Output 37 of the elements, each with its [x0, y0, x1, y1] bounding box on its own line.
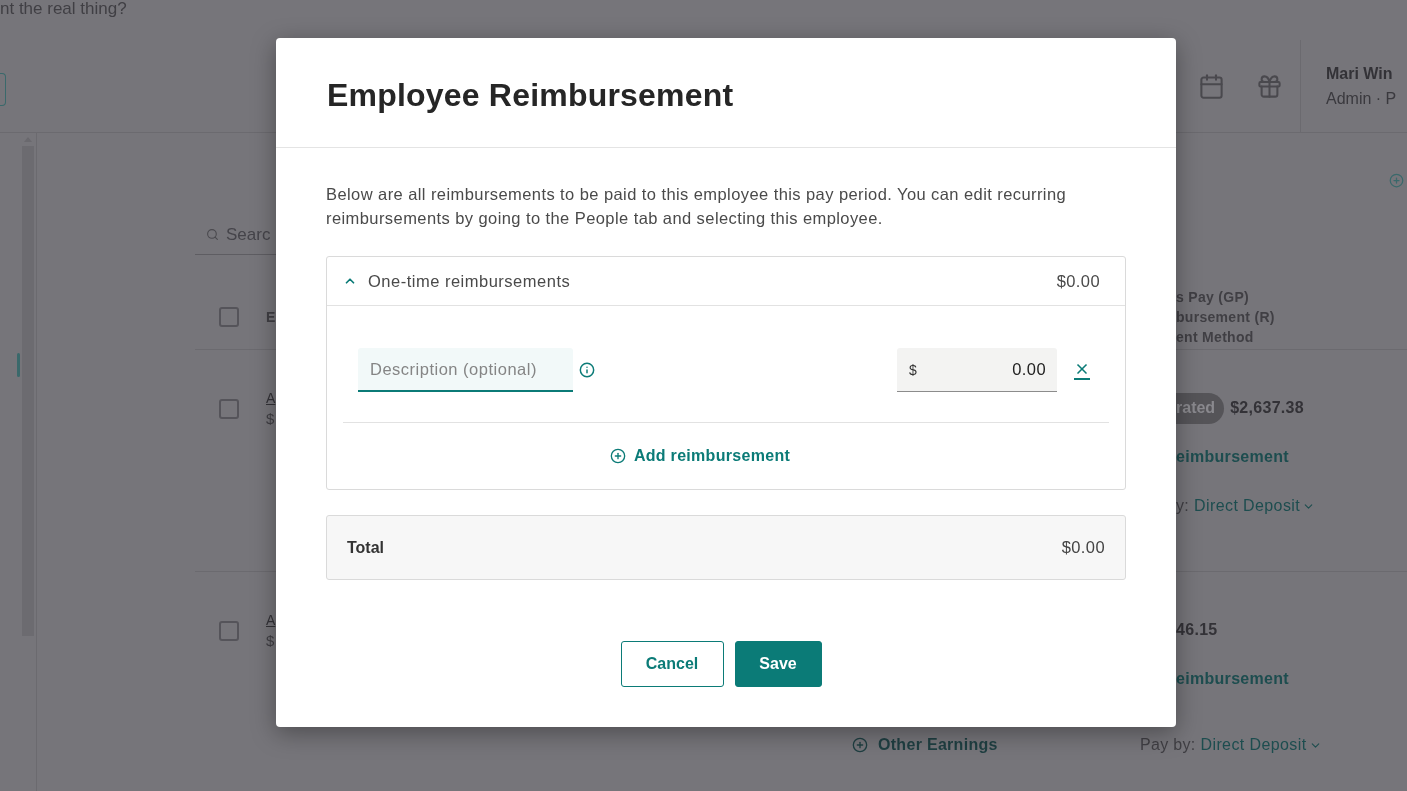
checkbox[interactable]: [219, 621, 239, 641]
reimbursement-link[interactable]: eimbursement: [1176, 670, 1289, 688]
accordion-toggle[interactable]: One-time reimbursements: [343, 271, 571, 291]
other-earnings-link[interactable]: Other Earnings: [852, 736, 998, 754]
plus-circle-icon: [852, 737, 868, 753]
gross-pay-amount: 46.15: [1176, 621, 1218, 639]
employee-name-link[interactable]: A: [266, 388, 276, 408]
selection-indicator: [17, 353, 20, 377]
description-field[interactable]: Description (optional): [358, 348, 573, 392]
info-icon[interactable]: [579, 362, 595, 378]
amount-field[interactable]: $ 0.00: [897, 348, 1057, 392]
plus-circle-icon[interactable]: [1389, 173, 1404, 188]
intro-text: Below are all reimbursements to be paid to this employee this pay period. You can edit recurring reimbursements by going to the People tab and selecting this employee.: [326, 184, 1068, 229]
amount-input[interactable]: 0.00: [986, 360, 1046, 379]
section-amount: $0.00: [1056, 271, 1100, 291]
checkbox[interactable]: [219, 399, 239, 419]
dialog-title: Employee Reimbursement: [327, 77, 734, 114]
total-label: Total: [347, 538, 385, 557]
employee-name-link[interactable]: A: [266, 610, 276, 630]
cancel-button[interactable]: Cancel: [620, 641, 724, 687]
total-amount: $0.00: [1061, 538, 1105, 557]
checkbox[interactable]: [219, 307, 239, 327]
gift-icon[interactable]: [1256, 72, 1283, 100]
add-reimbursement-button[interactable]: Add reimbursement: [609, 447, 791, 465]
calendar-icon[interactable]: [1198, 72, 1225, 100]
plus-circle-icon: [609, 448, 626, 464]
outlined-button[interactable]: [0, 73, 6, 106]
user-role: Admin · P: [1326, 88, 1398, 109]
pay-amount-text: $: [266, 409, 275, 429]
gross-pay-amount: $2,637.38: [1230, 399, 1304, 417]
payment-method-dropdown[interactable]: Direct Deposit: [1194, 497, 1316, 515]
reimbursement-link[interactable]: eimbursement: [1176, 448, 1289, 466]
save-button[interactable]: Save: [734, 641, 822, 687]
search-icon: [206, 227, 219, 242]
payment-method-dropdown[interactable]: Direct Deposit: [1200, 736, 1322, 754]
user-name: Mari Win: [1326, 63, 1394, 84]
pay-amount-text: $: [266, 631, 275, 651]
